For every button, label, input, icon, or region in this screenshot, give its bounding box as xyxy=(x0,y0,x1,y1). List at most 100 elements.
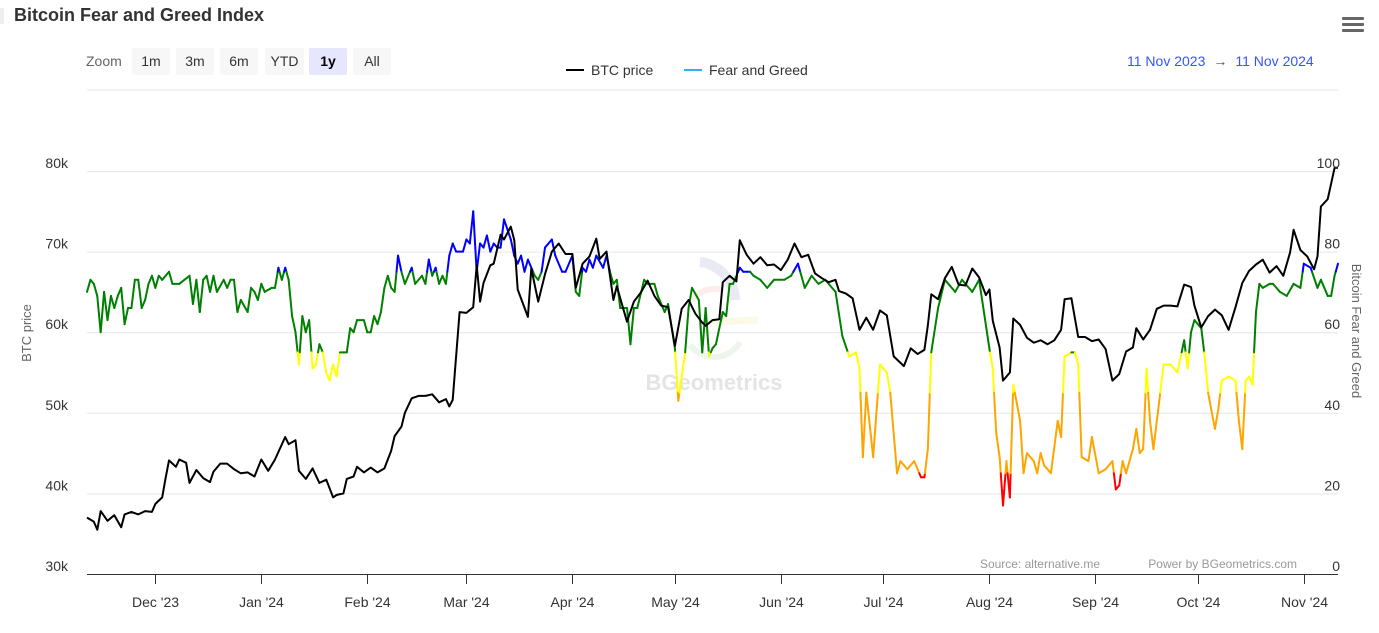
fear-greed-segment xyxy=(564,254,574,273)
fear-greed-segment xyxy=(554,254,564,273)
fear-greed-segment xyxy=(1145,367,1150,394)
y-left-tick-label: 60k xyxy=(45,316,69,332)
y-axis-right-title: Bitcoin Fear and Greed xyxy=(1349,264,1364,398)
fear-greed-segment xyxy=(799,270,806,289)
fear-greed-segment xyxy=(123,307,130,326)
fear-greed-segment xyxy=(335,351,341,378)
fear-greed-segment xyxy=(899,460,909,471)
fear-greed-segment xyxy=(930,307,940,354)
fear-greed-segment xyxy=(1019,419,1025,475)
fear-greed-segment xyxy=(280,270,286,281)
fear-greed-segment xyxy=(345,327,352,354)
fear-greed-segment xyxy=(913,460,921,475)
fear-greed-segment xyxy=(810,274,820,285)
fear-greed-segment xyxy=(205,274,212,293)
fear-greed-segment xyxy=(212,274,218,293)
fear-greed-segment xyxy=(161,270,171,281)
legend-item-fear-and-greed[interactable]: Fear and Greed xyxy=(684,62,808,78)
credit-source[interactable]: Source: alternative.me xyxy=(980,557,1100,571)
fear-greed-segment xyxy=(168,270,174,285)
fear-greed-segment xyxy=(520,254,526,273)
fear-greed-segment xyxy=(1125,448,1134,475)
fear-greed-segment xyxy=(523,258,529,273)
fear-greed-segment xyxy=(393,270,398,293)
credit-power[interactable]: Power by BGeometrics.com xyxy=(1148,557,1297,571)
fear-greed-segment xyxy=(362,319,369,334)
fear-greed-segment xyxy=(1299,270,1304,289)
fear-greed-segment xyxy=(1147,391,1152,422)
fear-greed-segment xyxy=(752,274,762,281)
fear-greed-segment xyxy=(861,391,868,459)
x-tick-label: Nov '24 xyxy=(1281,594,1328,610)
fear-greed-segment xyxy=(308,319,313,354)
fear-greed-segment xyxy=(239,298,249,314)
fear-greed-segment xyxy=(876,363,881,394)
fear-greed-segment xyxy=(796,262,802,273)
fear-greed-segment xyxy=(759,278,769,289)
fear-greed-segment xyxy=(256,282,263,301)
fear-greed-segment xyxy=(1078,391,1083,459)
fear-greed-segment xyxy=(697,298,704,354)
fear-greed-segment xyxy=(154,274,160,289)
y-left-tick-label: 80k xyxy=(45,155,69,171)
fear-greed-segment xyxy=(1176,355,1182,374)
fear-greed-segment xyxy=(215,278,225,293)
fear-greed-segment xyxy=(472,210,478,273)
fear-greed-segment xyxy=(889,391,899,475)
fear-greed-segment xyxy=(1135,427,1141,455)
fear-greed-segment xyxy=(1077,363,1081,394)
fear-greed-segment xyxy=(301,315,307,334)
y-axis-left: 30k 40k 50k 60k 70k 80k xyxy=(45,155,69,574)
fear-greed-segment xyxy=(1234,379,1238,394)
fear-greed-segment xyxy=(585,258,591,273)
fear-greed-segment xyxy=(998,456,1002,475)
fear-greed-segment xyxy=(1190,319,1196,334)
y-right-tick-label: 60 xyxy=(1324,316,1340,332)
fear-greed-segment xyxy=(591,254,598,269)
fear-greed-segment xyxy=(1090,435,1100,475)
fear-greed-segment xyxy=(1043,464,1052,475)
y-right-tick-label: 0 xyxy=(1332,558,1340,574)
fear-greed-segment xyxy=(1049,419,1059,475)
fear-greed-segment xyxy=(130,278,136,310)
fear-greed-segment xyxy=(540,246,547,273)
fear-greed-segment xyxy=(310,351,314,370)
fear-greed-segment xyxy=(352,319,359,334)
fear-greed-segment xyxy=(1251,351,1256,386)
fear-greed-segment xyxy=(113,294,119,310)
fear-greed-segment xyxy=(427,258,433,273)
y-left-tick-label: 70k xyxy=(45,236,69,252)
fear-greed-segment xyxy=(451,242,458,253)
fear-greed-segment xyxy=(1186,351,1191,370)
fear-greed-segment xyxy=(1062,355,1066,394)
fear-greed-segment xyxy=(923,448,929,475)
legend-item-btc-price[interactable]: BTC price xyxy=(566,62,653,78)
fear-greed-segment xyxy=(106,294,112,322)
fear-greed-segment xyxy=(1334,262,1339,273)
fear-greed-segment xyxy=(896,460,902,475)
fear-greed-segment xyxy=(1152,391,1162,451)
fear-greed-segment xyxy=(766,278,776,289)
fear-greed-segment xyxy=(1235,391,1240,422)
fear-greed-segment xyxy=(188,274,194,305)
fear-greed-segment xyxy=(1159,363,1165,394)
fear-greed-segment xyxy=(444,270,449,285)
fear-greed-segment xyxy=(386,274,393,289)
chart-svg: BGeometrics Dec '23 Jan '24 Feb '24 Mar '24… xyxy=(19,62,1364,610)
fear-greed-segment xyxy=(376,311,382,326)
fear-greed-segment xyxy=(1002,472,1007,507)
y-right-tick-label: 80 xyxy=(1324,236,1340,252)
fear-greed-segment xyxy=(1149,419,1155,451)
fear-greed-segment xyxy=(226,278,232,289)
fear-greed-segment xyxy=(321,351,328,374)
fear-greed-segment xyxy=(1188,331,1193,354)
fear-greed-segment xyxy=(1025,452,1035,463)
fear-greed-segment xyxy=(928,351,933,394)
fear-greed-segment xyxy=(1080,456,1090,463)
fear-greed-segment xyxy=(971,278,981,293)
legend-label: Fear and Greed xyxy=(709,62,808,78)
fear-greed-segment xyxy=(1060,391,1065,438)
fear-greed-segment xyxy=(943,278,957,293)
x-tick-label: Mar '24 xyxy=(443,594,489,610)
fear-greed-segment xyxy=(1087,435,1093,463)
